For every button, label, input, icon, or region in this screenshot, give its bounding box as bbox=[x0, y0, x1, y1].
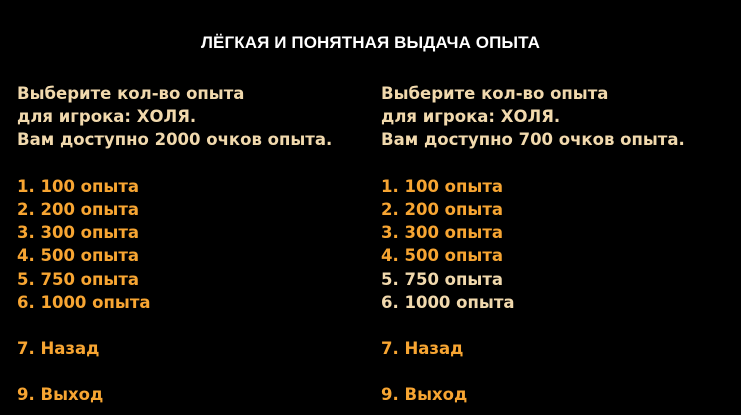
menu-option-750[interactable]: 5. 750 опыта bbox=[17, 268, 377, 291]
menu-option-500[interactable]: 4. 500 опыта bbox=[381, 244, 741, 267]
menu-option-750: 5. 750 опыта bbox=[381, 269, 504, 289]
menu-available-xp: Вам доступно 2000 очков опыта. bbox=[17, 130, 333, 150]
menu-prompt: Выберите кол-во опыта bbox=[381, 84, 609, 103]
menu-exit[interactable]: 9. Выход bbox=[17, 383, 377, 406]
menu-option-100[interactable]: 1. 100 опыта bbox=[381, 175, 741, 198]
menu-back[interactable]: 7. Назад bbox=[381, 337, 741, 360]
menu-option-200[interactable]: 2. 200 опыта bbox=[381, 198, 741, 221]
xp-menu-right: Выберите кол-во опыта для игрока: ХОЛЯ. … bbox=[381, 82, 741, 407]
xp-menu-left: Выберите кол-во опыта для игрока: ХОЛЯ. … bbox=[17, 82, 377, 407]
menu-player: для игрока: ХОЛЯ. bbox=[381, 107, 561, 127]
menu-available-xp: Вам доступно 700 очков опыта. bbox=[381, 130, 685, 150]
menu-prompt: Выберите кол-во опыта bbox=[17, 84, 245, 103]
menu-exit[interactable]: 9. Выход bbox=[381, 383, 741, 406]
menu-option-300[interactable]: 3. 300 опыта bbox=[17, 221, 377, 244]
menu-option-300[interactable]: 3. 300 опыта bbox=[381, 221, 741, 244]
menu-player: для игрока: ХОЛЯ. bbox=[17, 107, 197, 127]
menu-back[interactable]: 7. Назад bbox=[17, 337, 377, 360]
menu-option-100[interactable]: 1. 100 опыта bbox=[17, 175, 377, 198]
menu-option-1000: 6. 1000 опыта bbox=[381, 292, 515, 312]
page-title: ЛЁГКАЯ И ПОНЯТНАЯ ВЫДАЧА ОПЫТА bbox=[201, 33, 540, 52]
menu-option-500[interactable]: 4. 500 опыта bbox=[17, 244, 377, 267]
menu-option-1000[interactable]: 6. 1000 опыта bbox=[17, 291, 377, 314]
menu-option-200[interactable]: 2. 200 опыта bbox=[17, 198, 377, 221]
